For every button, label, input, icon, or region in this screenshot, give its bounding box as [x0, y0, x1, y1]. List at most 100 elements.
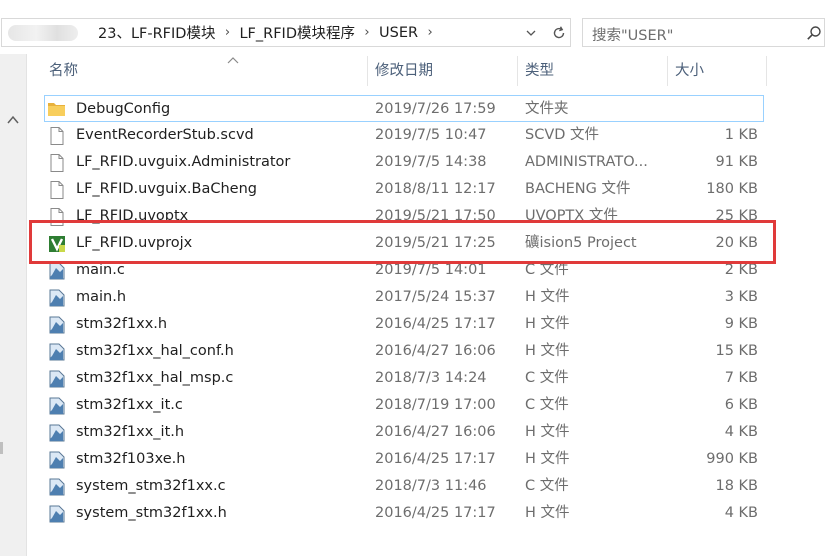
column-headers: 名称 修改日期 类型 大小: [27, 56, 825, 86]
file-type: C 文件: [525, 370, 569, 386]
file-size: 18 KB: [715, 478, 758, 494]
file-row[interactable]: LF_RFID.uvoptx 2019/5/21 17:50 UVOPTX 文件…: [27, 203, 767, 230]
chevron-right-icon[interactable]: ›: [355, 25, 379, 40]
file-date: 2016/4/25 17:17: [375, 451, 496, 467]
file-size: 4 KB: [724, 424, 758, 440]
c-source-icon: [49, 370, 65, 388]
file-row[interactable]: system_stm32f1xx.c 2018/7/3 11:46 C 文件 1…: [27, 473, 767, 500]
file-name: stm32f1xx_it.h: [76, 424, 185, 440]
file-name: stm32f1xx_it.c: [76, 397, 183, 413]
file-name: stm32f103xe.h: [76, 451, 186, 467]
file-row[interactable]: EventRecorderStub.scvd 2019/7/5 10:47 SC…: [27, 122, 767, 149]
address-bar[interactable]: 23、LF-RFID模块 › LF_RFID模块程序 › USER ›: [1, 18, 549, 47]
search-icon[interactable]: [806, 25, 822, 41]
file-name: EventRecorderStub.scvd: [76, 127, 254, 143]
breadcrumb-item-lf-rfid-program[interactable]: LF_RFID模块程序: [239, 22, 355, 43]
file-size: 990 KB: [706, 451, 758, 467]
file-type: C 文件: [525, 397, 569, 413]
file-size: 91 KB: [715, 154, 758, 170]
c-source-icon: [49, 262, 65, 280]
file-row[interactable]: stm32f1xx.h 2016/4/25 17:17 H 文件 9 KB: [27, 311, 767, 338]
navigation-pane-scrollbar[interactable]: [0, 54, 27, 556]
file-date: 2019/5/21 17:25: [375, 235, 496, 251]
refresh-button[interactable]: [548, 18, 571, 47]
file-date: 2018/7/3 14:24: [375, 370, 487, 386]
c-source-icon: [49, 397, 65, 415]
file-row[interactable]: stm32f1xx_hal_msp.c 2018/7/3 14:24 C 文件 …: [27, 365, 767, 392]
file-type: C 文件: [525, 478, 569, 494]
c-source-icon: [49, 424, 65, 442]
file-row[interactable]: DebugConfig 2019/7/26 17:59 文件夹: [44, 95, 764, 122]
search-input[interactable]: 搜索"USER": [592, 24, 673, 45]
file-row[interactable]: stm32f1xx_it.h 2016/4/27 16:06 H 文件 4 KB: [27, 419, 767, 446]
file-type: H 文件: [525, 316, 570, 332]
file-date: 2018/7/3 11:46: [375, 478, 487, 494]
file-name: system_stm32f1xx.c: [76, 478, 226, 494]
file-date: 2019/7/5 14:01: [375, 262, 487, 278]
column-header-size[interactable]: 大小: [667, 56, 704, 86]
chevron-down-icon[interactable]: [524, 27, 538, 39]
file-name: LF_RFID.uvguix.BaCheng: [76, 181, 257, 197]
file-icon: [50, 154, 64, 172]
file-date: 2016/4/25 17:17: [375, 316, 496, 332]
file-type: 文件夹: [525, 101, 569, 117]
file-row[interactable]: stm32f103xe.h 2016/4/25 17:17 H 文件 990 K…: [27, 446, 767, 473]
file-type: ADMINISTRATO...: [525, 154, 648, 170]
file-date: 2018/7/19 17:00: [375, 397, 496, 413]
file-row[interactable]: LF_RFID.uvguix.BaCheng 2018/8/11 12:17 B…: [27, 176, 767, 203]
column-header-date[interactable]: 修改日期: [367, 56, 433, 86]
file-icon: [50, 127, 64, 145]
file-size: 2 KB: [724, 262, 758, 278]
file-size: 4 KB: [724, 505, 758, 521]
file-type: SCVD 文件: [525, 127, 600, 143]
file-type: 礦ision5 Project: [525, 235, 637, 251]
file-row[interactable]: main.c 2019/7/5 14:01 C 文件 2 KB: [27, 257, 767, 284]
breadcrumb-item-lf-rfid-module[interactable]: 23、LF-RFID模块: [98, 22, 215, 43]
file-size: 7 KB: [724, 370, 758, 386]
file-row[interactable]: LF_RFID.uvguix.Administrator 2019/7/5 14…: [27, 149, 767, 176]
file-name: stm32f1xx.h: [76, 316, 168, 332]
file-icon: [50, 208, 64, 226]
column-header-type[interactable]: 类型: [517, 56, 554, 86]
file-icon: [50, 181, 64, 199]
file-size: 9 KB: [724, 316, 758, 332]
file-name: LF_RFID.uvprojx: [76, 235, 193, 251]
toolbar: 23、LF-RFID模块 › LF_RFID模块程序 › USER › 搜索"U…: [0, 0, 825, 62]
file-date: 2019/7/5 14:38: [375, 154, 487, 170]
file-name: stm32f1xx_hal_msp.c: [76, 370, 234, 386]
file-type: H 文件: [525, 424, 570, 440]
file-date: 2016/4/27 16:06: [375, 424, 496, 440]
column-divider[interactable]: [766, 56, 767, 86]
column-header-name[interactable]: 名称: [41, 56, 78, 86]
file-date: 2019/7/26 17:59: [375, 101, 496, 117]
file-size: 25 KB: [715, 208, 758, 224]
chevron-right-icon[interactable]: ›: [215, 25, 239, 40]
file-date: 2017/5/24 15:37: [375, 289, 496, 305]
file-row[interactable]: stm32f1xx_it.c 2018/7/19 17:00 C 文件 6 KB: [27, 392, 767, 419]
breadcrumb-item-user[interactable]: USER: [379, 25, 418, 41]
file-date: 2019/7/5 10:47: [375, 127, 487, 143]
file-type: BACHENG 文件: [525, 181, 631, 197]
chevron-right-icon[interactable]: ›: [418, 25, 442, 40]
file-row[interactable]: main.h 2017/5/24 15:37 H 文件 3 KB: [27, 284, 767, 311]
file-row[interactable]: stm32f1xx_hal_conf.h 2016/4/27 16:06 H 文…: [27, 338, 767, 365]
file-type: C 文件: [525, 262, 569, 278]
file-type: H 文件: [525, 505, 570, 521]
sort-ascending-icon: [227, 57, 239, 64]
file-type: H 文件: [525, 343, 570, 359]
c-source-icon: [49, 316, 65, 334]
folder-icon: [48, 103, 65, 116]
file-name: DebugConfig: [76, 101, 171, 117]
file-date: 2016/4/25 17:17: [375, 505, 496, 521]
file-row[interactable]: system_stm32f1xx.h 2016/4/25 17:17 H 文件 …: [27, 500, 767, 527]
file-name: LF_RFID.uvoptx: [76, 208, 189, 224]
search-box[interactable]: 搜索"USER": [582, 18, 825, 47]
c-source-icon: [49, 505, 65, 523]
file-date: 2018/8/11 12:17: [375, 181, 496, 197]
c-source-icon: [49, 478, 65, 496]
file-row[interactable]: LF_RFID.uvprojx 2019/5/21 17:25 礦ision5 …: [27, 230, 767, 257]
scroll-up-arrow-icon[interactable]: [6, 114, 20, 126]
file-name: system_stm32f1xx.h: [76, 505, 227, 521]
c-source-icon: [49, 451, 65, 469]
file-name: LF_RFID.uvguix.Administrator: [76, 154, 291, 170]
